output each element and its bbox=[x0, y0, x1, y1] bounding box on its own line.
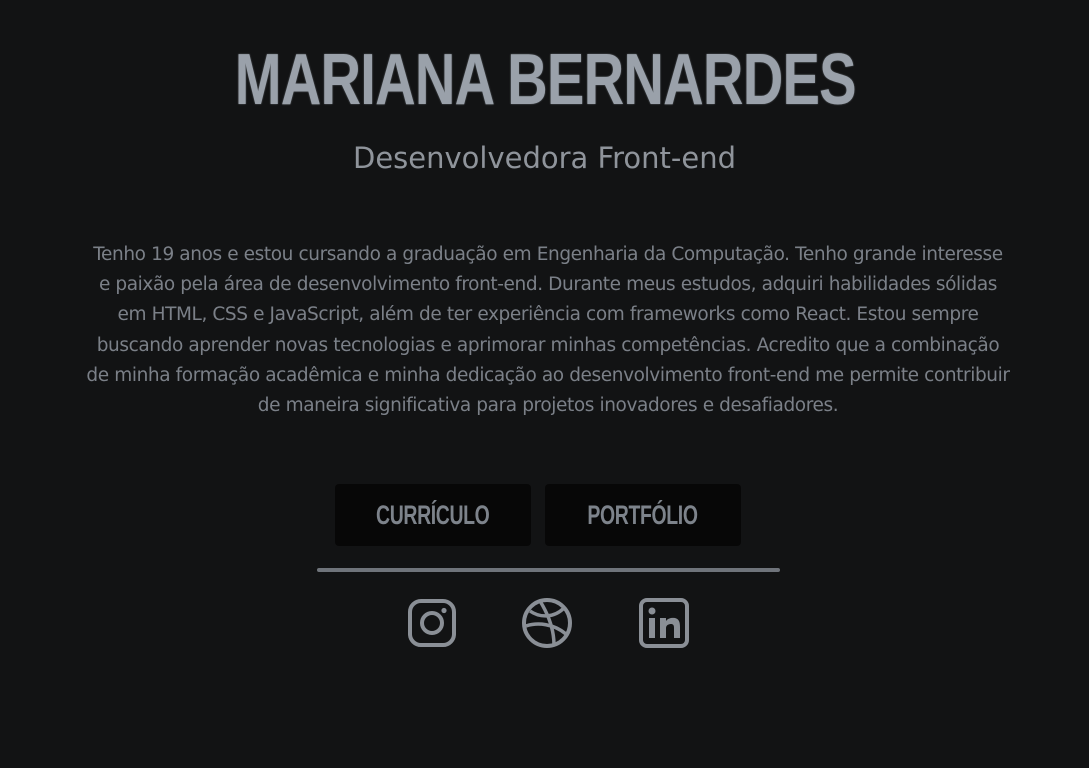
dribbble-link[interactable] bbox=[520, 596, 574, 650]
linkedin-icon bbox=[639, 598, 689, 648]
linkedin-link[interactable] bbox=[637, 596, 691, 650]
profile-name: MARIANA BERNARDES bbox=[234, 40, 857, 120]
curriculo-button[interactable]: CURRÍCULO bbox=[334, 484, 531, 546]
profile-role: Desenvolvedora Front-end bbox=[353, 141, 736, 175]
curriculo-button-label: CURRÍCULO bbox=[375, 499, 490, 530]
action-buttons: CURRÍCULO PORTFÓLIO bbox=[0, 484, 1089, 546]
portfolio-page: MARIANA BERNARDES Desenvolvedora Front-e… bbox=[0, 0, 1089, 768]
instagram-icon bbox=[408, 599, 456, 647]
profile-bio: Tenho 19 anos e estou cursando a graduaç… bbox=[86, 244, 1010, 417]
social-links bbox=[0, 596, 1089, 650]
portfolio-button[interactable]: PORTFÓLIO bbox=[544, 484, 741, 546]
divider bbox=[317, 568, 780, 572]
instagram-link[interactable] bbox=[405, 596, 459, 650]
portfolio-button-label: PORTFÓLIO bbox=[587, 499, 698, 530]
dribbble-icon bbox=[522, 598, 572, 648]
